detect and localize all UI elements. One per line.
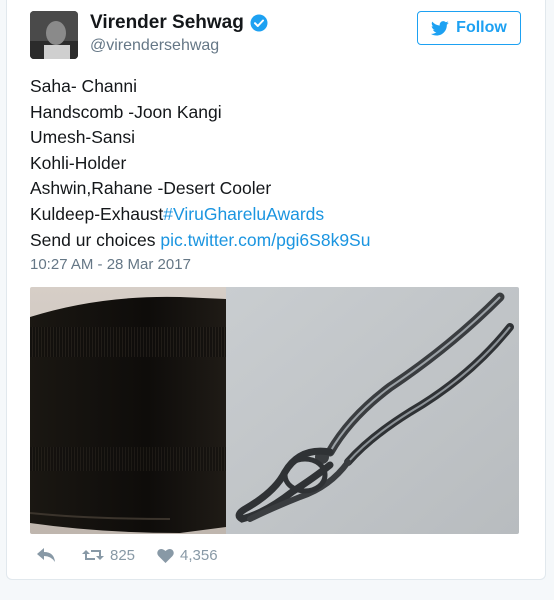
user-handle[interactable]: @virendersehwag: [90, 37, 219, 55]
display-name[interactable]: Virender Sehwag: [90, 12, 268, 34]
follow-button[interactable]: Follow: [417, 11, 521, 45]
follow-label: Follow: [456, 19, 507, 36]
tweet-line: Umesh-Sansi: [30, 127, 136, 148]
hashtag-link[interactable]: #ViruGhareluAwards: [163, 204, 324, 224]
tweet-line: Kohli-Holder: [30, 152, 127, 173]
retweet-icon: [82, 550, 104, 560]
reply-icon: [37, 548, 55, 562]
tweet-card: Virender Sehwag @virendersehwag Follow S…: [6, 0, 546, 580]
comb-image: [30, 287, 226, 534]
tweet-actions: 825 4,356: [30, 544, 218, 566]
pliers-image: [226, 287, 519, 534]
heart-icon: [157, 548, 174, 563]
avatar[interactable]: [30, 11, 78, 59]
tweet-line: Saha- Channi: [30, 76, 138, 96]
reply-action[interactable]: [36, 547, 56, 563]
retweet-count: 825: [110, 546, 136, 564]
tweet-line: Handscomb -Joon Kangi: [30, 101, 222, 122]
like-action[interactable]: 4,356: [157, 547, 218, 564]
tweet-line: Kuldeep-Exhaust#ViruGhareluAwards: [30, 202, 370, 228]
display-name-text: Virender Sehwag: [90, 12, 244, 33]
retweet-action[interactable]: 825: [82, 547, 135, 564]
tweet-media[interactable]: [30, 287, 519, 534]
like-count: 4,356: [180, 546, 218, 564]
tweet-line-text: Send ur choices: [30, 229, 161, 250]
tweet-text: Saha- Channi Handscomb -Joon Kangi Umesh…: [30, 74, 370, 253]
tweet-timestamp[interactable]: 10:27 AM - 28 Mar 2017: [30, 256, 191, 273]
verified-badge-icon: [250, 14, 268, 32]
tweet-line-text: Kuldeep-Exhaust: [30, 203, 164, 224]
tweet-line: Send ur choices pic.twitter.com/pgi6S8k9…: [30, 228, 370, 254]
tweet-line: Ashwin,Rahane -Desert Cooler: [30, 178, 272, 199]
pic-link[interactable]: pic.twitter.com/pgi6S8k9Su: [160, 230, 370, 250]
bird-icon: [431, 20, 449, 35]
